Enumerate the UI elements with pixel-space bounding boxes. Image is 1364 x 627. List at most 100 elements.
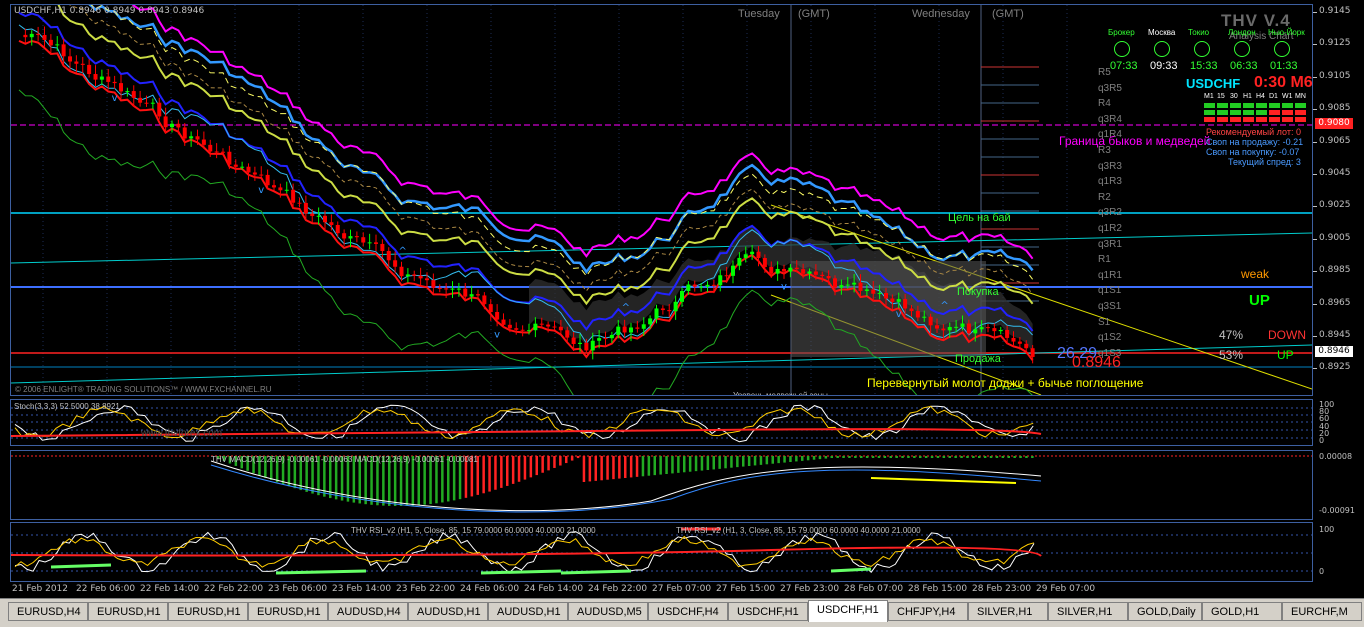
price-axis-tick (1313, 173, 1317, 175)
chart-tab[interactable]: EURUSD,H1 (168, 602, 248, 621)
candle-body (55, 44, 60, 46)
price-axis-label: 0.8945 (1319, 329, 1351, 340)
candle-body (342, 233, 347, 239)
candle-body (367, 242, 372, 244)
candle-body (1011, 337, 1016, 342)
chart-tab[interactable]: USDCHF,H4 (648, 602, 728, 621)
candle-body (986, 327, 990, 329)
macd-histogram-bar (612, 456, 615, 480)
chart-tab[interactable]: AUDUSD,H1 (488, 602, 568, 621)
annotation-hidden-bottom: Уровень медвежьей зоны (733, 391, 828, 395)
candle-body (877, 293, 882, 295)
session-tuesday: Tuesday (738, 8, 780, 20)
macd-histogram-bar (606, 456, 609, 480)
candle-body (546, 324, 551, 327)
timeframe-label: D1 (1269, 93, 1278, 100)
chart-tab[interactable]: EURUSD,H4 (8, 602, 88, 621)
session-tuesday-gmt: (GMT) (798, 8, 830, 20)
candle-body (131, 91, 136, 98)
candle-body (450, 288, 455, 290)
time-axis-label: 27 Feb 23:00 (780, 584, 840, 594)
chart-tab[interactable]: AUDUSD,H1 (408, 602, 488, 621)
rsi-canvas[interactable] (11, 523, 1312, 581)
candle-body (329, 222, 334, 225)
candle-body (323, 215, 327, 223)
macd-histogram-bar (618, 456, 621, 479)
macd-histogram-bar (978, 456, 981, 458)
candle-body (297, 202, 302, 204)
macd-histogram-bar (913, 456, 916, 458)
up-label: UP (1277, 348, 1294, 362)
chart-tab[interactable]: GOLD,H1 (1202, 602, 1282, 621)
chart-tab[interactable]: GOLD,Daily (1128, 602, 1202, 621)
candle-body (552, 326, 557, 328)
candle-body (1024, 343, 1029, 349)
candle-body (106, 76, 111, 82)
rsi-oversold-highlight (480, 569, 562, 575)
time-axis-label: 24 Feb 06:00 (460, 584, 520, 594)
rsi-oversold-highlight (50, 563, 112, 569)
candle-body (928, 316, 933, 326)
candle-body (718, 275, 723, 286)
chart-tab[interactable]: AUDUSD,M5 (568, 602, 648, 621)
timeframe-label: H4 (1256, 93, 1265, 100)
candle-body (99, 76, 104, 80)
clock-label: Токио (1188, 28, 1210, 37)
rsi-pane[interactable]: THV RSI_v2 (H1, 5, Close, 85, 15 79.0000… (10, 522, 1313, 582)
macd-canvas[interactable] (11, 451, 1312, 519)
candle-body (399, 266, 404, 277)
macd-histogram-bar (582, 456, 586, 482)
candle-body (813, 271, 818, 275)
candle-body (119, 83, 123, 92)
candle-body (29, 33, 34, 38)
candle-body (112, 81, 117, 84)
chart-tab[interactable]: EURUSD,H1 (248, 602, 328, 621)
candle-body (380, 243, 385, 252)
candle-body (890, 298, 895, 302)
chart-tab[interactable]: SILVER,H1 (1048, 602, 1128, 621)
candle-body (437, 287, 442, 289)
timeframe-cell (1282, 103, 1293, 108)
candle-body (80, 63, 85, 65)
candle-body (935, 325, 939, 329)
candle-body (941, 328, 946, 331)
time-axis-label: 24 Feb 14:00 (524, 584, 584, 594)
macd-histogram-bar (930, 456, 934, 458)
timeframe-cell (1217, 117, 1228, 122)
candle-body (157, 102, 162, 117)
chart-tab[interactable]: EURUSD,H1 (88, 602, 168, 621)
macd-histogram-bar (865, 456, 869, 458)
timeframe-label: H1 (1243, 93, 1252, 100)
candle-body (1017, 341, 1022, 344)
down-percent: 47% (1219, 328, 1244, 342)
macd-histogram-bar (795, 456, 798, 462)
chart-tab[interactable]: AUDUSD,H4 (328, 602, 408, 621)
macd-histogram-bar (954, 456, 957, 458)
price-chart-pane[interactable]: v v v v v ^ ^ ^ USDCHF,H1 0.8946 0.8949 0.8943 … (10, 4, 1313, 396)
macd-histogram-bar (706, 456, 710, 470)
time-axis-label: 22 Feb 22:00 (204, 584, 264, 594)
pivot-level-label: q1R3 (1098, 176, 1122, 188)
candle-body (622, 326, 627, 333)
chart-tab[interactable]: CHFJPY,H4 (888, 602, 968, 621)
chart-tab[interactable]: EURCHF,M (1282, 602, 1362, 621)
chart-tab[interactable]: USDCHF,H1 (728, 602, 808, 621)
chart-tab[interactable]: USDCHF,H1 (808, 600, 888, 622)
price-axis-label: 0.9065 (1319, 135, 1351, 146)
pivot-level-label: q3R2 (1098, 207, 1122, 219)
macd-histogram-bar (677, 456, 680, 473)
time-axis: 21 Feb 2012 22 Feb 06:00 22 Feb 14:00 22 Fe… (10, 582, 1313, 596)
time-axis-label: 28 Feb 15:00 (908, 584, 968, 594)
chart-tab[interactable]: SILVER,H1 (968, 602, 1048, 621)
candle-body (240, 166, 245, 168)
candle-body (960, 323, 965, 327)
macd-histogram-bar (641, 456, 645, 477)
price-axis-tick (1313, 271, 1317, 273)
macd-histogram-bar (889, 456, 892, 458)
stochastic-pane[interactable]: Stoch(3,3,3) 52.5000 38.8921 www.thvfore… (10, 399, 1313, 446)
macd-pane[interactable]: THV MACD(12,26,9) -0.00061 -0.00063 MACD… (10, 450, 1313, 520)
candle-body (909, 308, 914, 312)
macd-histogram-bar (1007, 456, 1010, 458)
macd-histogram-bar (600, 456, 603, 481)
candle-body (87, 64, 92, 75)
